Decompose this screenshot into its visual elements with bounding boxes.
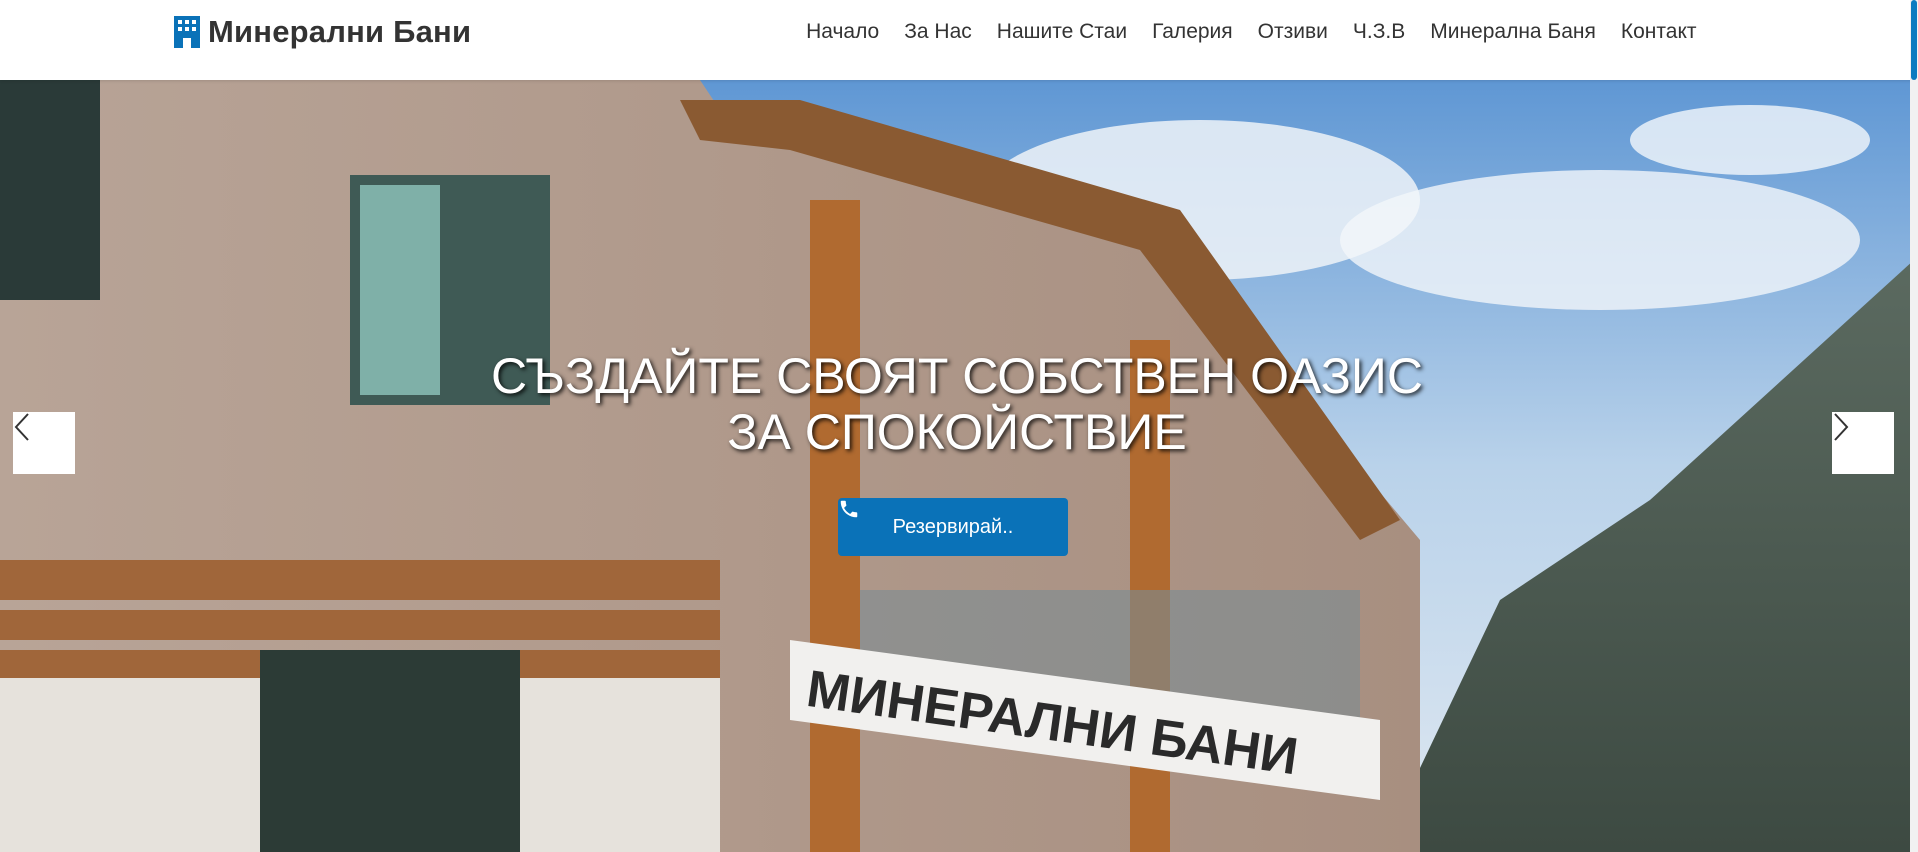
page-scrollbar[interactable] bbox=[1910, 0, 1918, 852]
hero-headline-line-2: ЗА СПОКОЙСТВИЕ bbox=[727, 404, 1187, 460]
nav-item-faq[interactable]: Ч.З.В bbox=[1340, 18, 1417, 46]
nav-item-contact[interactable]: Контакт bbox=[1608, 18, 1709, 46]
hero-headline: СЪЗДАЙТЕ СВОЯТ СОБСТВЕН ОАЗИС ЗА СПОКОЙС… bbox=[0, 348, 1914, 460]
hotel-icon bbox=[174, 16, 200, 48]
brand-name: Минерални Бани bbox=[208, 14, 472, 49]
reserve-button[interactable]: Резервирай.. bbox=[838, 498, 1068, 556]
brand-logo-link[interactable]: Минерални Бани bbox=[172, 14, 471, 50]
hero-headline-line-1: СЪЗДАЙТЕ СВОЯТ СОБСТВЕН ОАЗИС bbox=[491, 348, 1423, 404]
main-nav: Начало За Нас Нашите Стаи Галерия Отзиви… bbox=[794, 18, 1709, 46]
hero-carousel: МИНЕРАЛНИ БАНИ СЪЗДАЙТЕ СВОЯТ СОБСТВЕН О… bbox=[0, 80, 1914, 852]
nav-item-mineral-bath[interactable]: Минерална Баня bbox=[1418, 18, 1609, 46]
nav-item-home[interactable]: Начало bbox=[794, 18, 892, 46]
chevron-left-icon bbox=[14, 413, 29, 441]
nav-item-about[interactable]: За Нас bbox=[892, 18, 985, 46]
nav-item-gallery[interactable]: Галерия bbox=[1140, 18, 1246, 46]
reserve-button-label: Резервирай.. bbox=[892, 515, 1014, 538]
top-navbar: Минерални Бани Начало За Нас Нашите Стаи… bbox=[0, 0, 1914, 80]
nav-item-reviews[interactable]: Отзиви bbox=[1245, 18, 1340, 46]
carousel-prev-button[interactable] bbox=[13, 412, 75, 474]
chevron-right-icon bbox=[1834, 413, 1849, 441]
scrollbar-thumb[interactable] bbox=[1911, 0, 1917, 80]
hero-background-photo: МИНЕРАЛНИ БАНИ bbox=[0, 80, 1914, 852]
nav-item-rooms[interactable]: Нашите Стаи bbox=[984, 18, 1139, 46]
phone-icon bbox=[840, 500, 858, 518]
carousel-next-button[interactable] bbox=[1832, 412, 1894, 474]
